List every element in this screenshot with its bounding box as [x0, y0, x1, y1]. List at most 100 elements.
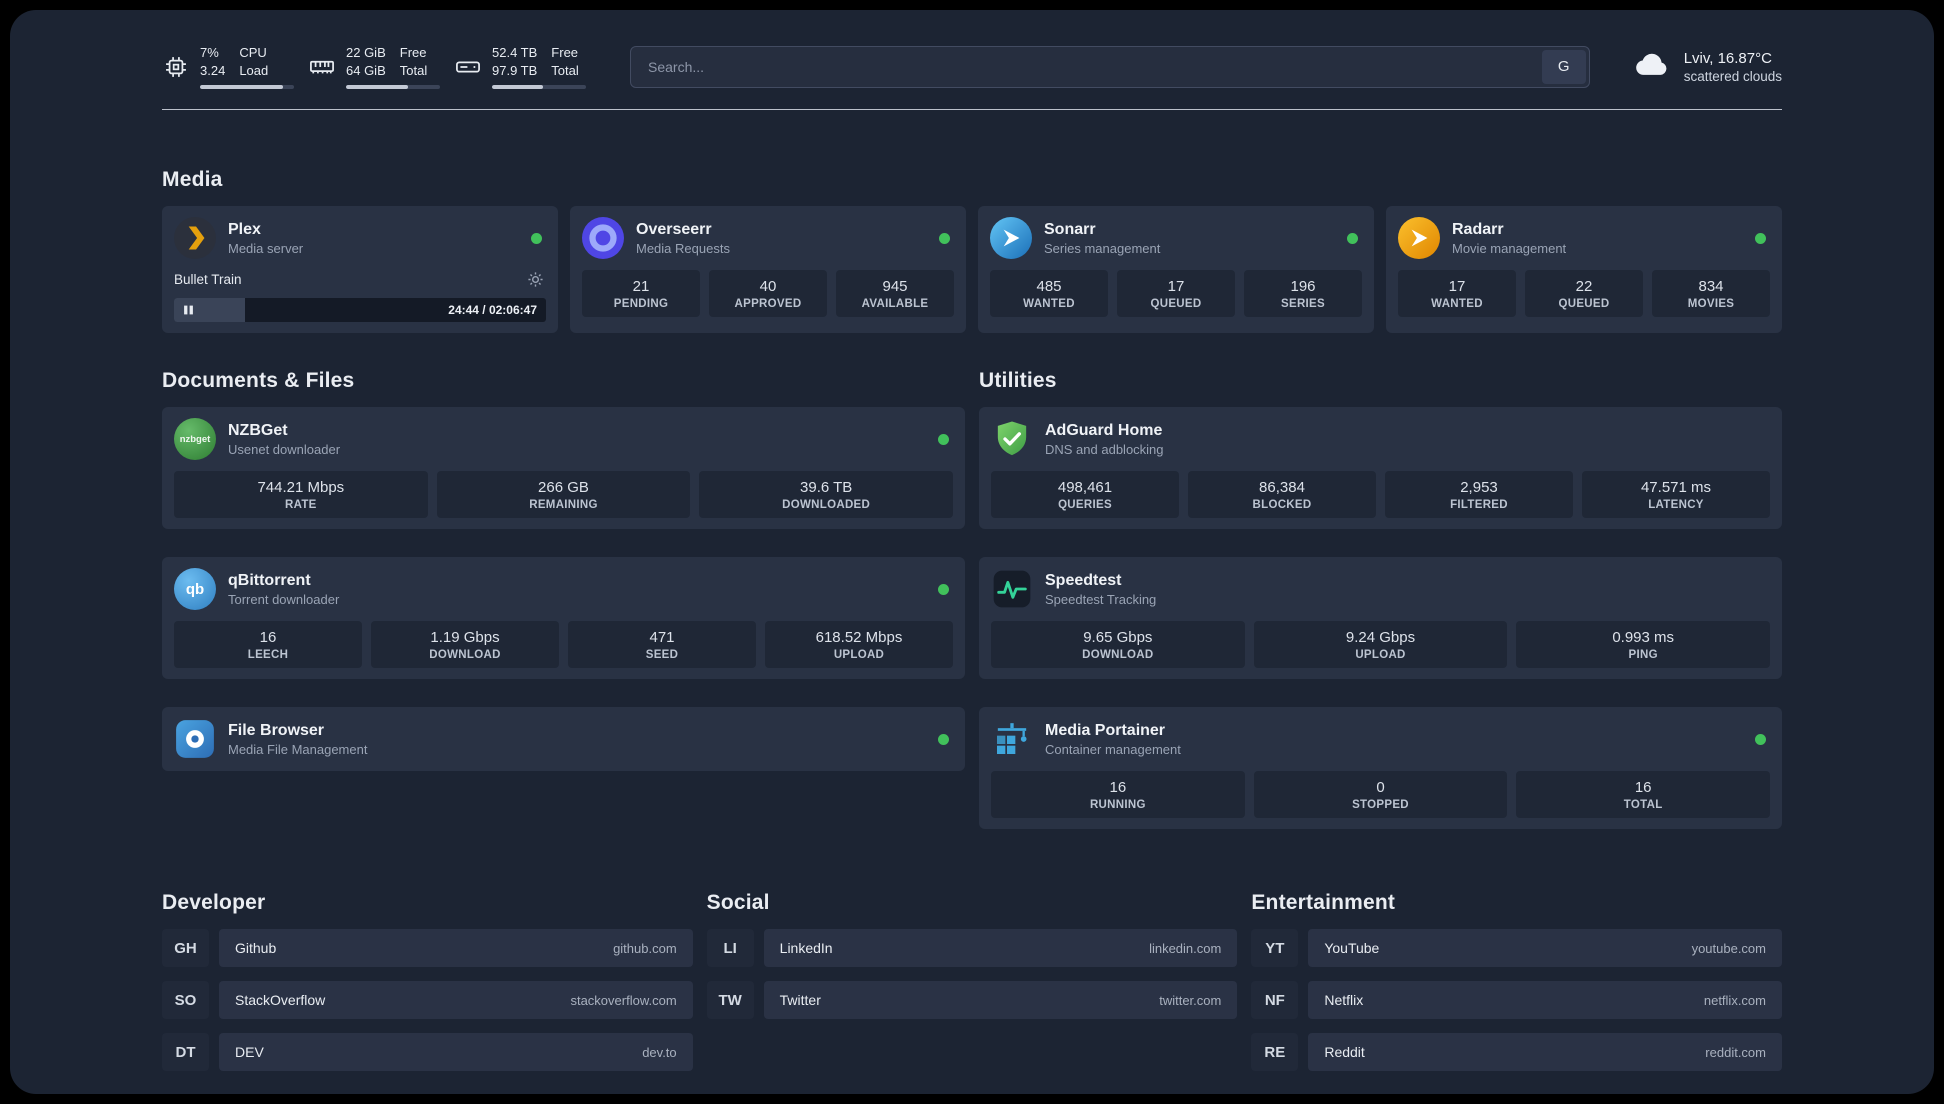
cpu-values: 7% 3.24 [200, 44, 225, 79]
bookmark-url: linkedin.com [1149, 940, 1222, 956]
stat-tile: 22 QUEUED [1525, 270, 1643, 317]
status-dot [938, 433, 949, 445]
weather-condition: scattered clouds [1683, 68, 1782, 84]
desktop-background: 7% 3.24 CPU Load 22 GiB 64 GiB Free Tota… [0, 0, 1944, 1104]
service-title: qBittorrent [228, 571, 311, 589]
status-dot [1347, 232, 1358, 244]
service-subtitle: Media File Management [228, 741, 368, 757]
disk-total: 97.9 TB [492, 63, 538, 78]
bookmark-name: Reddit [1324, 1044, 1365, 1060]
plex-icon [174, 217, 216, 259]
bookmark-abbr: YT [1251, 929, 1299, 967]
bookmark-name: Netflix [1324, 992, 1364, 1008]
gear-icon[interactable] [525, 269, 546, 290]
playback-time: 24:44 / 02:06:47 [448, 303, 537, 317]
section-title-developer: Developer [162, 891, 266, 914]
service-title: AdGuard Home [1045, 421, 1163, 439]
cpu-load-value: 3.24 [200, 63, 226, 78]
memory-icon [308, 53, 336, 81]
section-entertainment: Entertainment YT YouTube youtube.com NF … [1251, 891, 1782, 1085]
bookmark-github[interactable]: GH Github github.com [162, 929, 693, 967]
service-card-filebrowser[interactable]: File Browser Media File Management [162, 707, 965, 771]
service-title: File Browser [228, 721, 325, 739]
stat-tile: 618.52 Mbps UPLOAD [765, 621, 953, 668]
overseerr-icon [582, 217, 624, 259]
disk-monitor: 52.4 TB 97.9 TB Free Total [454, 44, 586, 89]
search-engine-button[interactable]: G [1541, 49, 1586, 84]
pause-icon[interactable] [183, 305, 194, 316]
plex-now-playing: Bullet Train 24:44 / 02:06:47 [174, 269, 546, 322]
section-documents: Documents & Files nzbget NZBGet Usenet d… [162, 369, 965, 771]
bookmark-netflix[interactable]: NF Netflix netflix.com [1251, 981, 1782, 1019]
service-title: Media Portainer [1045, 721, 1166, 739]
bookmark-stackoverflow[interactable]: SO StackOverflow stackoverflow.com [162, 981, 693, 1019]
stat-tile: 17 QUEUED [1117, 270, 1235, 317]
bookmark-name: YouTube [1324, 940, 1380, 956]
bookmark-abbr: DT [162, 1033, 209, 1071]
memory-values: 22 GiB 64 GiB [346, 44, 386, 79]
status-dot [1755, 733, 1766, 745]
stat-tile: 16 RUNNING [991, 771, 1245, 818]
stat-tile: 834 MOVIES [1652, 270, 1770, 317]
service-card-radarr[interactable]: Radarr Movie management 17 WANTED 22 QUE… [1386, 206, 1782, 333]
service-card-qbittorrent[interactable]: qb qBittorrent Torrent downloader 16 LEE… [162, 557, 965, 679]
stat-tile: 196 SERIES [1244, 270, 1362, 317]
stat-tile: 9.65 Gbps DOWNLOAD [991, 621, 1245, 668]
service-card-adguard[interactable]: AdGuard Home DNS and adblocking 498,461 … [979, 407, 1782, 529]
service-card-sonarr[interactable]: Sonarr Series management 485 WANTED 17 Q… [978, 206, 1374, 333]
stat-tile: 471 SEED [568, 621, 756, 668]
section-title-entertainment: Entertainment [1251, 891, 1396, 914]
now-playing-title: Bullet Train [174, 272, 242, 287]
service-subtitle: Media Requests [636, 240, 730, 256]
service-subtitle: Media server [228, 240, 304, 256]
memory-monitor: 22 GiB 64 GiB Free Total [308, 44, 440, 89]
bookmark-reddit[interactable]: RE Reddit reddit.com [1251, 1033, 1782, 1071]
weather-location: Lviv, 16.87°C [1683, 49, 1772, 67]
search-input[interactable] [634, 58, 1542, 75]
cpu-labels: CPU Load [239, 45, 269, 78]
service-card-overseerr[interactable]: Overseerr Media Requests 21 PENDING 40 A… [570, 206, 966, 333]
playback-progress-bar[interactable]: 24:44 / 02:06:47 [174, 298, 546, 322]
section-title-utilities: Utilities [979, 369, 1057, 392]
bookmark-twitter[interactable]: TW Twitter twitter.com [706, 981, 1238, 1019]
service-card-speedtest[interactable]: Speedtest Speedtest Tracking 9.65 Gbps D… [979, 557, 1782, 679]
service-title: NZBGet [228, 421, 288, 439]
service-subtitle: Container management [1045, 741, 1181, 757]
stat-tile: 47.571 ms LATENCY [1582, 471, 1770, 518]
service-subtitle: DNS and adblocking [1045, 441, 1164, 457]
search-bar: G [630, 45, 1590, 88]
service-title: Plex [228, 220, 261, 238]
cloud-icon [1632, 44, 1672, 89]
status-dot [939, 232, 950, 244]
stat-tile: 1.19 Gbps DOWNLOAD [371, 621, 559, 668]
bookmark-youtube[interactable]: YT YouTube youtube.com [1251, 929, 1782, 967]
stat-tile: 498,461 QUERIES [991, 471, 1179, 518]
bookmark-url: stackoverflow.com [570, 992, 677, 1008]
stat-tile: 945 AVAILABLE [836, 270, 954, 317]
bookmark-url: twitter.com [1159, 992, 1222, 1008]
disk-progress-bar [492, 84, 586, 89]
radarr-icon [1398, 217, 1440, 259]
service-card-plex[interactable]: Plex Media server Bullet Train 24:44 / 0… [162, 206, 558, 333]
bookmark-linkedin[interactable]: LI LinkedIn linkedin.com [706, 929, 1238, 967]
bookmark-name: Twitter [779, 992, 821, 1008]
disk-free: 52.4 TB [492, 45, 538, 61]
memory-progress-bar [346, 84, 440, 89]
cpu-monitor: 7% 3.24 CPU Load [162, 44, 294, 89]
bookmark-name: Github [235, 940, 277, 956]
service-card-portainer[interactable]: Media Portainer Container management 16 … [979, 707, 1782, 829]
status-dot [1755, 232, 1766, 244]
bookmark-abbr: SO [162, 981, 209, 1019]
bookmark-dev[interactable]: DT DEV dev.to [162, 1033, 693, 1071]
bookmark-abbr: RE [1251, 1033, 1299, 1071]
section-developer: Developer GH Github github.com SO StackO… [162, 891, 693, 1085]
disk-values: 52.4 TB 97.9 TB [492, 44, 537, 79]
weather-widget[interactable]: Lviv, 16.87°C scattered clouds [1632, 44, 1782, 89]
nzbget-icon: nzbget [174, 418, 216, 460]
service-card-nzbget[interactable]: nzbget NZBGet Usenet downloader 744.21 M… [162, 407, 965, 529]
cpu-progress-bar [200, 84, 294, 89]
bookmark-url: youtube.com [1691, 940, 1766, 956]
stat-tile: 39.6 TB DOWNLOADED [699, 471, 953, 518]
bookmark-url: dev.to [642, 1044, 677, 1060]
service-subtitle: Movie management [1452, 240, 1567, 256]
